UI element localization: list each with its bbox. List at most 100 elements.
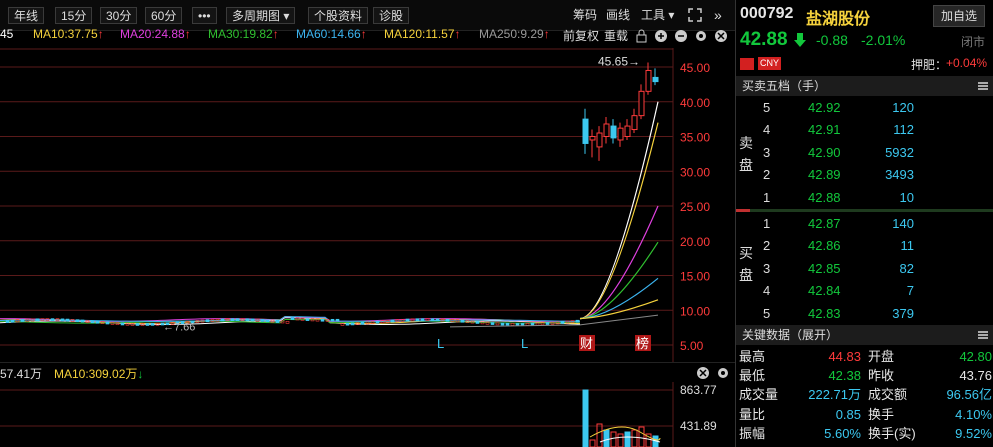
ma30-rise-line bbox=[579, 241, 659, 320]
candle bbox=[500, 322, 505, 326]
key-data-value: 4.10% bbox=[955, 406, 992, 422]
ask-levels: 5 42.92 120 4 42.91 112 3 42.90 5932 2 42.89 3493 1 4… bbox=[736, 97, 993, 209]
y-tick-label: 40.00 bbox=[680, 96, 710, 110]
bids-level-row[interactable]: 1 42.87 140 bbox=[761, 213, 993, 235]
high-price-label: 45.65→ bbox=[598, 54, 640, 68]
key-data-header[interactable]: 关键数据（展开） bbox=[736, 325, 993, 345]
candle bbox=[290, 317, 295, 320]
fullscreen-icon[interactable] bbox=[688, 8, 702, 22]
y-tick-label: 25.00 bbox=[680, 200, 710, 214]
candle bbox=[320, 318, 325, 322]
ma5-value: 45 bbox=[0, 27, 14, 41]
diagnose-button[interactable]: 诊股 bbox=[373, 7, 410, 24]
candle bbox=[445, 318, 450, 322]
stock-profile-button[interactable]: 个股资料 bbox=[308, 7, 369, 24]
candle-jump-6 bbox=[617, 127, 624, 141]
ma-legend-bar: 45 MA10:37.75↑ MA20:24.88↑ MA30:19.82↑ M… bbox=[0, 26, 735, 46]
ma30-value: MA30:19.82↑ bbox=[208, 27, 279, 41]
candle-jump-9 bbox=[638, 90, 645, 117]
event-marker[interactable]: L bbox=[437, 336, 444, 351]
zoom-in-icon[interactable] bbox=[655, 30, 667, 42]
level-price: 42.89 bbox=[808, 167, 841, 183]
level-price: 42.85 bbox=[808, 260, 841, 276]
candle bbox=[390, 319, 395, 323]
collapse-panel-icon[interactable]: » bbox=[714, 7, 722, 24]
candle bbox=[510, 323, 515, 326]
candle-jump-5 bbox=[610, 125, 617, 139]
level-volume: 82 bbox=[899, 260, 914, 276]
reload-button[interactable]: 重载 bbox=[604, 27, 628, 44]
candle bbox=[350, 322, 355, 326]
y-tick-label: 45.00 bbox=[680, 61, 710, 75]
candle-jump-7 bbox=[624, 125, 631, 137]
level-price: 42.84 bbox=[808, 283, 841, 299]
volume-bar bbox=[617, 433, 624, 447]
candle bbox=[230, 318, 235, 322]
level-volume: 11 bbox=[900, 238, 915, 254]
multi-period-dropdown[interactable]: 多周期图 ▾ bbox=[226, 7, 296, 24]
event-marker[interactable]: 财 bbox=[580, 336, 593, 351]
y-tick-label: 35.00 bbox=[680, 131, 710, 145]
volume-chart[interactable]: 863.77 431.89 bbox=[0, 382, 735, 447]
candle bbox=[475, 321, 480, 324]
asks-level-row[interactable]: 2 42.89 3493 bbox=[761, 164, 993, 186]
event-marker[interactable]: L bbox=[521, 336, 528, 351]
asks-level-row[interactable]: 1 42.88 10 bbox=[761, 187, 993, 209]
order-book-header[interactable]: 买卖五档（手） bbox=[736, 76, 993, 96]
candle bbox=[245, 318, 250, 322]
more-periods-button[interactable]: ••• bbox=[192, 7, 217, 24]
close-icon[interactable] bbox=[715, 30, 727, 42]
asks-level-row[interactable]: 5 42.92 120 bbox=[761, 97, 993, 119]
volume-bar bbox=[582, 389, 589, 447]
bids-level-row[interactable]: 2 42.86 11 bbox=[761, 235, 993, 257]
candle bbox=[560, 321, 565, 324]
stock-name: 盐湖股份 bbox=[806, 11, 871, 28]
tools-dropdown[interactable]: 工具 ▾ bbox=[641, 7, 674, 24]
candle bbox=[250, 318, 255, 322]
asks-level-row[interactable]: 3 42.90 5932 bbox=[761, 142, 993, 164]
key-data-label: 开盘 bbox=[868, 349, 895, 364]
key-data-label: 量比 bbox=[739, 406, 766, 422]
level-number: 2 bbox=[763, 167, 771, 183]
level-number: 1 bbox=[763, 216, 771, 231]
candle bbox=[305, 318, 310, 321]
bids-level-row[interactable]: 5 42.83 379 bbox=[761, 303, 993, 325]
year-line-button[interactable]: 年线 bbox=[8, 7, 45, 24]
candle-jump-8 bbox=[631, 115, 638, 131]
bids-level-row[interactable]: 3 42.85 82 bbox=[761, 258, 993, 280]
key-data-menu-icon[interactable] bbox=[978, 331, 988, 339]
candle bbox=[35, 318, 40, 322]
level-price: 42.86 bbox=[808, 238, 841, 254]
candle bbox=[75, 319, 80, 323]
candle bbox=[260, 319, 265, 322]
asks-level-row[interactable]: 4 42.91 112 bbox=[761, 119, 993, 141]
forward-adjust-toggle[interactable]: 前复权 bbox=[563, 27, 599, 44]
zoom-out-icon[interactable] bbox=[675, 30, 687, 42]
candlestick-chart[interactable]: 45.00 40.00 35.00 30.00 25.00 20.00 15.00 10.00… bbox=[0, 48, 735, 362]
settings-gear-icon[interactable] bbox=[696, 31, 706, 41]
candle-jump-1 bbox=[582, 118, 589, 144]
bids-level-row[interactable]: 4 42.84 7 bbox=[761, 280, 993, 302]
15min-button[interactable]: 15分 bbox=[55, 7, 93, 24]
lock-icon[interactable] bbox=[636, 29, 647, 43]
bid-levels: 1 42.87 140 2 42.86 11 3 42.85 82 4 42.84 7 5 42.83 37… bbox=[736, 213, 993, 325]
candle bbox=[265, 319, 270, 323]
key-data-value: 9.52% bbox=[955, 425, 992, 441]
60min-button[interactable]: 60分 bbox=[145, 7, 183, 24]
level-volume: 379 bbox=[892, 305, 914, 321]
candle bbox=[530, 322, 535, 326]
candle bbox=[275, 320, 280, 323]
volume-settings-icon[interactable] bbox=[718, 368, 728, 378]
order-book-divider-mark bbox=[736, 209, 750, 212]
candle bbox=[520, 323, 525, 326]
draw-line-button[interactable]: 画线 bbox=[606, 7, 630, 24]
candle bbox=[405, 318, 410, 322]
add-watchlist-button[interactable]: 加自选 bbox=[933, 5, 986, 27]
order-book-menu-icon[interactable] bbox=[978, 82, 988, 90]
close-volume-icon[interactable] bbox=[697, 367, 709, 379]
volume-bar bbox=[624, 431, 631, 447]
event-marker[interactable]: 榜 bbox=[636, 336, 649, 351]
chips-button[interactable]: 筹码 bbox=[573, 7, 597, 24]
30min-button[interactable]: 30分 bbox=[100, 7, 138, 24]
ma20-value: MA20:24.88↑ bbox=[120, 27, 191, 41]
